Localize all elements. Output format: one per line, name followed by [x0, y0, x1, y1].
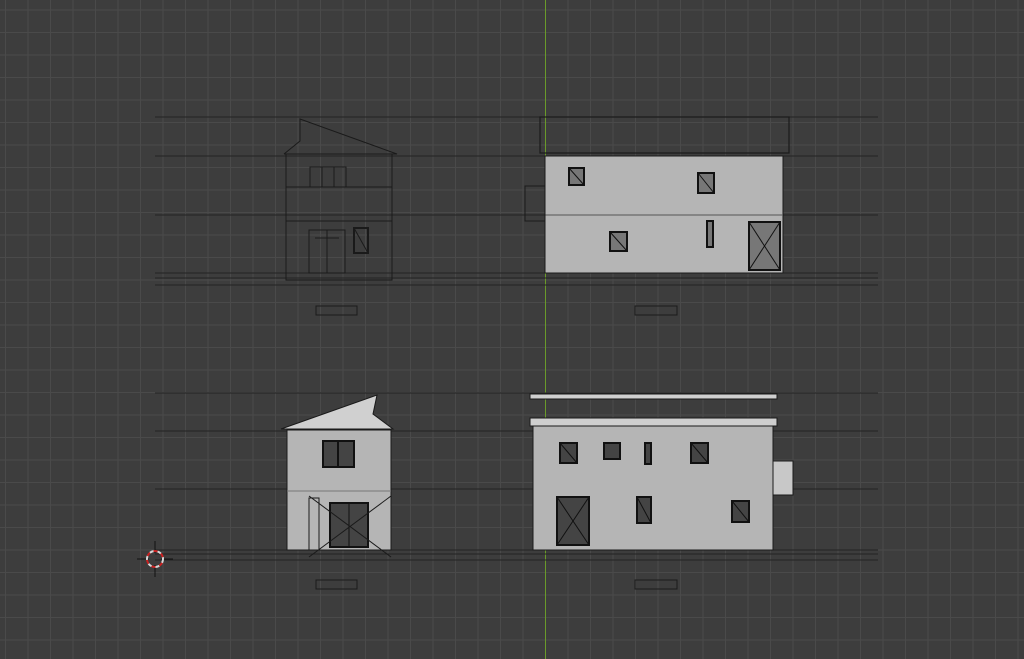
3d-viewport[interactable]: [0, 0, 1024, 659]
